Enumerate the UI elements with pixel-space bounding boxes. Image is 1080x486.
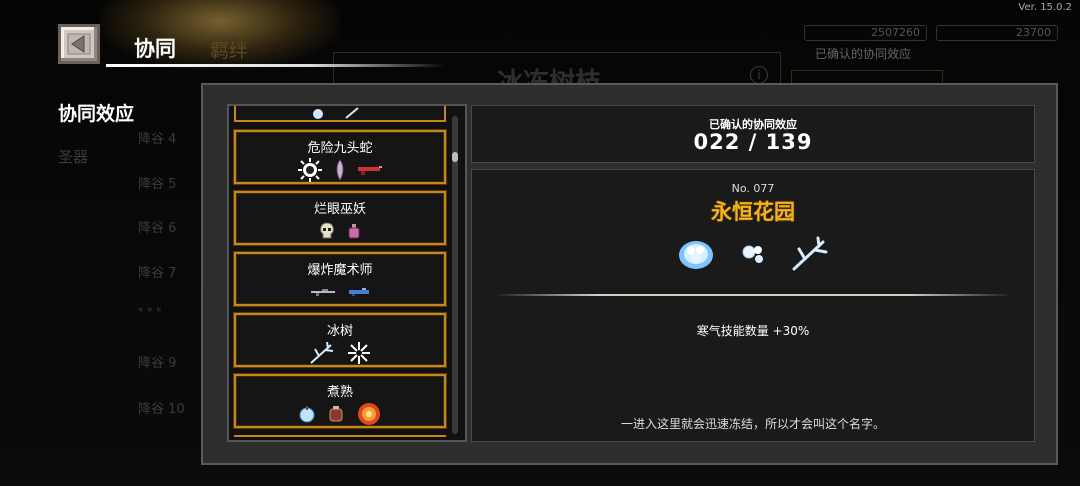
tab-underline — [106, 64, 446, 67]
confirmed-count: 022 / 139 — [693, 130, 813, 154]
sidebar-item[interactable]: 降谷 10 — [138, 398, 185, 417]
snowflake-icon — [348, 342, 370, 364]
ghost-resource-gold: 2507260 — [804, 25, 927, 41]
burst-icon — [298, 158, 322, 182]
tab-bonds[interactable]: 羁绊 — [210, 36, 248, 63]
synergy-title: 永恒花园 — [711, 200, 795, 224]
synergy-name: 危险九头蛇 — [307, 141, 373, 156]
list-item-partial — [234, 435, 446, 440]
frost-icon — [313, 107, 359, 119]
sidebar-item[interactable]: 降谷 6 — [138, 217, 176, 236]
scroll-thumb[interactable] — [452, 152, 458, 162]
fireball-icon — [358, 403, 380, 425]
sidebar-item-relics[interactable]: 圣器 — [58, 146, 88, 167]
rifle-icon — [311, 289, 335, 296]
synergy-name: 冰树 — [326, 324, 353, 339]
synergy-description: 一进入这里就会迅速冻结，所以才会叫这个名字。 — [620, 417, 885, 431]
info-icon: i — [750, 66, 768, 84]
sidebar-item[interactable]: 降谷 9 — [138, 352, 176, 371]
version-label: Ver. 15.0.2 — [1018, 2, 1072, 13]
ice-apple-icon — [299, 406, 315, 423]
synergy-detail: No. 077 永恒花园 寒气技能数量 +30% 一进入这里就会迅速冻结，所以才… — [471, 169, 1035, 442]
back-button[interactable] — [58, 24, 100, 64]
back-arrow-icon — [67, 33, 91, 55]
pot-icon — [329, 406, 343, 422]
list-item[interactable] — [234, 106, 446, 122]
skull-icon — [320, 222, 334, 239]
sidebar-item[interactable]: 降谷 7 — [138, 262, 176, 281]
list-scrollbar[interactable] — [452, 116, 458, 434]
tab-synergy[interactable]: 协同 — [134, 33, 176, 63]
synergy-name: 煮熟 — [326, 385, 353, 400]
divider — [494, 294, 1012, 296]
frozen-branch-icon — [310, 341, 334, 364]
list-item[interactable]: 爆炸魔术师 — [234, 252, 446, 306]
synergy-summary: 已确认的协同效应 022 / 139 — [471, 105, 1035, 163]
ghost-resource-gems: 23700 — [936, 25, 1058, 41]
list-item[interactable]: 冰树 — [234, 313, 446, 367]
synergy-effect: 寒气技能数量 +30% — [696, 324, 810, 338]
frost-flower-icon — [679, 241, 713, 269]
synergy-name: 爆炸魔术师 — [307, 263, 373, 278]
sidebar-item[interactable]: 降谷 4 — [138, 128, 176, 147]
synergy-number: No. 077 — [731, 182, 775, 195]
launcher-icon — [349, 288, 369, 296]
frozen-branch-icon — [792, 236, 828, 271]
gun-icon — [358, 166, 382, 175]
synergy-components — [472, 234, 1034, 274]
feather-icon — [336, 159, 344, 181]
synergy-name: 烂眼巫妖 — [313, 202, 366, 217]
sidebar-item[interactable]: 降谷 5 — [138, 173, 176, 192]
list-item[interactable]: 烂眼巫妖 — [234, 191, 446, 245]
frost-petal-icon — [742, 245, 763, 263]
sidebar-item-synergy[interactable]: 协同效应 — [58, 99, 134, 126]
ghost-confirmed-label: 已确认的协同效应 — [815, 47, 912, 61]
potion-icon — [348, 224, 360, 239]
sidebar-item[interactable]: * * * — [138, 305, 162, 318]
list-item[interactable]: 危险九头蛇 — [234, 130, 446, 184]
list-item[interactable]: 煮熟 — [234, 374, 446, 428]
